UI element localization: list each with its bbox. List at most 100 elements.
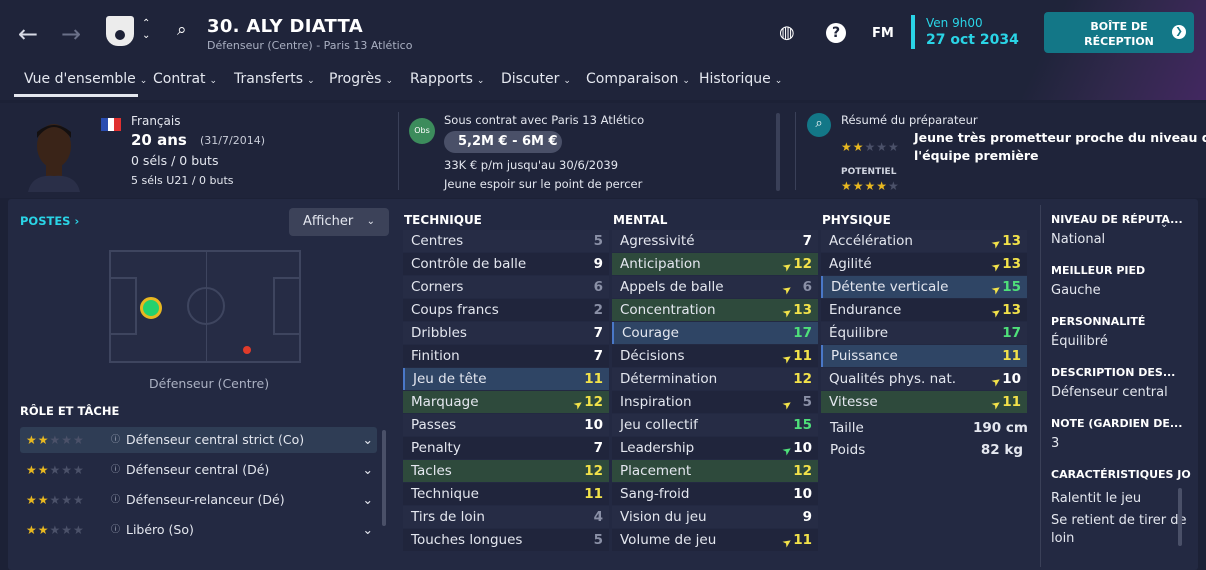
position-marker-primary (140, 297, 162, 319)
scout-summary-line1: Jeune très prometteur proche du niveau d… (914, 130, 1206, 145)
help-icon[interactable]: ? (826, 23, 846, 43)
trait-item: loin (1051, 531, 1075, 546)
attribute-row[interactable]: Vitesse 11 ➤ (821, 391, 1027, 413)
transfer-value[interactable]: 5,2M € - 6M € (444, 131, 562, 153)
attribute-row[interactable]: Leadership 10 ➤ (612, 437, 818, 459)
inbox-button[interactable]: BOÎTE DE RÉCEPTION ❯ (1044, 12, 1194, 53)
attribute-row[interactable]: Accélération 13 ➤ (821, 230, 1027, 252)
attribute-row[interactable]: Vision du jeu 9 (612, 506, 818, 528)
attribute-name: Détermination (620, 371, 718, 387)
attribute-row[interactable]: Endurance 13 ➤ (821, 299, 1027, 321)
chevron-down-icon[interactable]: ⌄ (1160, 219, 1168, 230)
date-day[interactable]: 27 oct 2034 (926, 32, 1019, 48)
attribute-row[interactable]: Jeu collectif 15 (612, 414, 818, 436)
tab-compare[interactable]: Comparaison ⌄ (586, 71, 690, 87)
attribute-row[interactable]: Décisions 11 ➤ (612, 345, 818, 367)
attribute-row[interactable]: Qualités phys. nat. 10 ➤ (821, 368, 1027, 390)
attribute-row[interactable]: Agressivité 7 (612, 230, 818, 252)
trait-item: Se retient de tirer de (1051, 513, 1187, 528)
player-avatar[interactable] (26, 116, 82, 192)
role-row[interactable]: ★★★★★ ⓘ Libéro (So) ⌄ (20, 517, 377, 543)
tab-contract[interactable]: Contrat ⌄ (153, 71, 217, 87)
tab-history[interactable]: Historique ⌄ (699, 71, 782, 87)
tab-reports[interactable]: Rapports ⌄ (410, 71, 484, 87)
attribute-row[interactable]: Volume de jeu 11 ➤ (612, 529, 818, 551)
attribute-row[interactable]: Détente verticale 15 ➤ (821, 276, 1027, 298)
attribute-row[interactable]: Contrôle de balle 9 (403, 253, 609, 275)
scrollbar[interactable] (776, 113, 780, 191)
attribute-row[interactable]: Marquage 12 ➤ (403, 391, 609, 413)
attribute-row[interactable]: Détermination 12 (612, 368, 818, 390)
attribute-row[interactable]: Placement 12 (612, 460, 818, 482)
tab-discuss[interactable]: Discuter ⌄ (501, 71, 571, 87)
globe-icon[interactable]: ◍ (779, 22, 795, 43)
attribute-row[interactable]: Touches longues 5 (403, 529, 609, 551)
attribute-name: Appels de balle (620, 279, 724, 295)
attribute-row[interactable]: Agilité 13 ➤ (821, 253, 1027, 275)
roles-scrollbar[interactable] (382, 430, 386, 526)
attribute-value: 7 (593, 325, 603, 341)
search-icon[interactable]: ⌕ (177, 20, 187, 40)
role-row[interactable]: ★★★★★ ⓘ Défenseur central (Dé) ⌄ (20, 457, 377, 483)
show-dropdown[interactable]: Afficher ⌄ (289, 208, 389, 236)
attribute-row[interactable]: Équilibre 17 (821, 322, 1027, 344)
club-logo[interactable] (106, 16, 134, 46)
attribute-row[interactable]: Passes 10 (403, 414, 609, 436)
attribute-name: Tirs de loin (411, 509, 485, 525)
attribute-value: 4 (593, 509, 603, 525)
attribute-row[interactable]: Appels de balle 6 ➤ (612, 276, 818, 298)
tab-progress[interactable]: Progrès ⌄ (329, 71, 393, 87)
attribute-row[interactable]: Technique 11 (403, 483, 609, 505)
attribute-value: 6 (593, 279, 603, 295)
fm-menu-button[interactable]: FM (872, 26, 894, 41)
back-arrow-icon[interactable]: ← (18, 20, 38, 48)
attribute-name: Qualités phys. nat. (829, 371, 957, 387)
tab-transfers[interactable]: Transferts ⌄ (234, 71, 315, 87)
attribute-row[interactable]: Tacles 12 (403, 460, 609, 482)
wage: 33K € p/m jusqu'au 30/6/2039 (444, 158, 619, 172)
attribute-name: Sang-froid (620, 486, 690, 502)
search-icon[interactable]: ⌕ (807, 113, 831, 137)
attribute-value: 17 (1002, 325, 1021, 341)
attribute-name: Détente verticale (831, 279, 949, 295)
description-heading: DESCRIPTION DES... (1051, 366, 1176, 379)
forward-arrow-icon[interactable]: → (61, 20, 81, 48)
attribute-row[interactable]: Jeu de tête 11 (403, 368, 609, 390)
role-row[interactable]: ★★★★★ ⓘ Défenseur-relanceur (Dé) ⌄ (20, 487, 377, 513)
role-row[interactable]: ★★★★★ ⓘ Défenseur central strict (Co) ⌄ (20, 427, 377, 453)
potential-label: POTENTIEL (841, 167, 897, 177)
weight-value: 82 kg (980, 442, 1023, 458)
attribute-name: Courage (622, 325, 679, 341)
height-value: 190 cm (973, 420, 1028, 436)
attribute-row[interactable]: Sang-froid 10 (612, 483, 818, 505)
player-subtitle[interactable]: Défenseur (Centre) - Paris 13 Atlético (207, 39, 412, 52)
pitch-diagram[interactable] (109, 250, 301, 363)
attribute-row[interactable]: Coups francs 2 (403, 299, 609, 321)
date-time[interactable]: Ven 9h00 (926, 16, 983, 30)
attribute-row[interactable]: Penalty 7 (403, 437, 609, 459)
attribute-row[interactable]: Dribbles 7 (403, 322, 609, 344)
attribute-row[interactable]: Courage 17 (612, 322, 818, 344)
attribute-row[interactable]: Finition 7 (403, 345, 609, 367)
attribute-row[interactable]: Centres 5 (403, 230, 609, 252)
attribute-row[interactable]: Inspiration 5 ➤ (612, 391, 818, 413)
attribute-row[interactable]: Concentration 13 ➤ (612, 299, 818, 321)
attribute-name: Agressivité (620, 233, 695, 249)
traits-scrollbar[interactable] (1178, 488, 1182, 546)
attribute-row[interactable]: Tirs de loin 4 (403, 506, 609, 528)
attribute-name: Corners (411, 279, 464, 295)
player-switch-arrows-icon[interactable]: ⌃ ⌄ (142, 18, 150, 42)
attribute-name: Centres (411, 233, 464, 249)
personality-value: Équilibré (1051, 334, 1108, 349)
positions-link[interactable]: POSTES › (20, 214, 79, 228)
attribute-row[interactable]: Puissance 11 (821, 345, 1027, 367)
obs-badge[interactable]: Obs (409, 118, 435, 144)
position-marker-secondary (243, 346, 251, 354)
tab-overview[interactable]: Vue d'ensemble ⌄ (24, 71, 147, 87)
attribute-value: 11 (1002, 348, 1021, 364)
attribute-row[interactable]: Corners 6 (403, 276, 609, 298)
attribute-name: Penalty (411, 440, 461, 456)
attribute-row[interactable]: Anticipation 12 ➤ (612, 253, 818, 275)
position-label: Défenseur (Centre) (149, 376, 270, 391)
description-value: Défenseur central (1051, 385, 1168, 400)
